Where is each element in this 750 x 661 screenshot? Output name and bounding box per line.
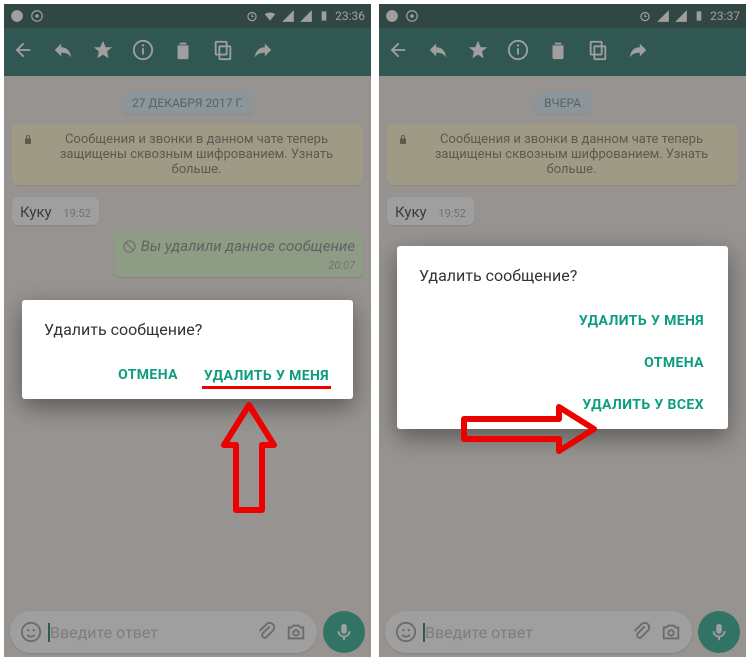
delete-for-everyone-button[interactable]: УДАЛИТЬ У ВСЕХ	[580, 391, 706, 419]
annotation-arrow-right	[459, 404, 599, 454]
cancel-button[interactable]: ОТМЕНА	[642, 349, 706, 377]
delete-for-me-button[interactable]: УДАЛИТЬ У МЕНЯ	[577, 307, 706, 335]
dialog-title: Удалить сообщение?	[419, 266, 706, 285]
delete-for-me-button[interactable]: УДАЛИТЬ У МЕНЯ	[202, 362, 331, 389]
annotation-arrow-up	[214, 400, 284, 520]
delete-dialog: Удалить сообщение? УДАЛИТЬ У МЕНЯ ОТМЕНА…	[397, 246, 728, 429]
phone-right: 23:37 ВЧЕРА Сообщения и звонки в данном …	[379, 4, 746, 657]
phone-left: 23:36 27 ДЕКАБРЯ 2017 Г. Сообщения и зво…	[4, 4, 371, 657]
dialog-title: Удалить сообщение?	[44, 320, 331, 339]
cancel-button[interactable]: ОТМЕНА	[116, 361, 180, 389]
delete-dialog: Удалить сообщение? ОТМЕНА УДАЛИТЬ У МЕНЯ	[22, 300, 353, 399]
